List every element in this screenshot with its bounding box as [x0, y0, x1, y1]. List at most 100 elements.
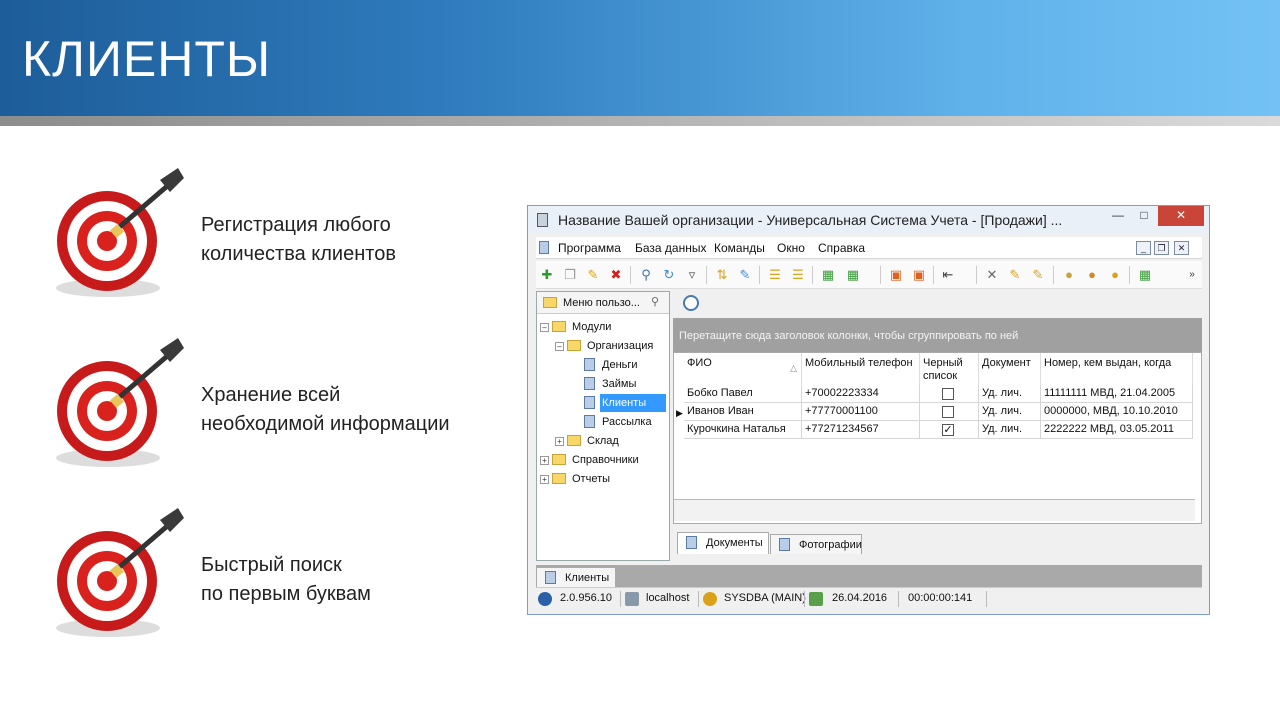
tools-icon[interactable]: ✎ — [1007, 267, 1023, 283]
tree-node-money[interactable]: Деньги — [537, 356, 667, 374]
close-window-icon[interactable]: ▣ — [911, 267, 927, 283]
table-cell[interactable]: Уд. лич. — [979, 421, 1041, 439]
column-header-name[interactable]: ФИО △ — [684, 353, 802, 385]
close-icon[interactable]: ✕ — [1158, 206, 1204, 226]
menu-bar: Программа База данных Команды Окно Справ… — [536, 237, 1202, 259]
tree-node-clients[interactable]: Клиенты — [537, 394, 667, 412]
calendar-icon — [809, 592, 823, 606]
exit-icon[interactable]: ⇤ — [940, 267, 956, 283]
users-icon[interactable]: ● — [1084, 267, 1100, 283]
table-cell[interactable] — [920, 403, 979, 421]
menu-commands[interactable]: Команды — [714, 241, 765, 255]
table-cell[interactable]: +77770001100 — [802, 403, 920, 421]
tree-node-mailing[interactable]: Рассылка — [537, 413, 667, 431]
minimize-icon[interactable]: — — [1105, 206, 1131, 226]
table-icon — [779, 538, 790, 551]
add-icon[interactable]: ✚ — [539, 267, 555, 283]
delete-icon[interactable]: ✖ — [608, 267, 624, 283]
edit-icon[interactable]: ✎ — [585, 267, 601, 283]
key-icon[interactable]: ● — [1107, 267, 1123, 283]
user-menu-title: Меню пользо... — [563, 297, 640, 309]
refresh-icon[interactable]: ↻ — [661, 267, 677, 283]
toolbar-overflow-icon[interactable]: » — [1184, 267, 1200, 283]
menu-help[interactable]: Справка — [818, 241, 865, 255]
table-cell[interactable]: 0000000, МВД, 10.10.2010 — [1041, 403, 1193, 421]
table-cell[interactable]: ✓ — [920, 421, 979, 439]
table-cell[interactable]: 2222222 МВД, 03.05.2011 — [1041, 421, 1193, 439]
copy-icon[interactable]: ❐ — [562, 267, 578, 283]
group-panel[interactable]: Перетащите сюда заголовок колонки, чтобы… — [673, 318, 1202, 352]
grid-toolbar — [673, 291, 1202, 315]
table-icon — [686, 536, 697, 549]
table-cell[interactable]: +77271234567 — [802, 421, 920, 439]
info-icon — [538, 592, 552, 606]
mdi-close-icon[interactable]: ✕ — [1174, 241, 1189, 255]
mdi-restore-icon[interactable]: ❐ — [1154, 241, 1169, 255]
expand-icon[interactable]: + — [540, 456, 549, 465]
clock-icon[interactable] — [683, 295, 699, 311]
document-icon — [539, 241, 549, 254]
collapse-icon[interactable]: – — [540, 323, 549, 332]
menu-window[interactable]: Окно — [777, 241, 805, 255]
feature-3-line-1: Быстрый поиск — [201, 554, 342, 576]
tree-node-warehouse[interactable]: + Склад — [537, 432, 667, 450]
column-header-document[interactable]: Документ — [979, 353, 1041, 385]
table-icon — [545, 571, 556, 584]
tree-node-modules[interactable]: – Модули — [537, 318, 667, 336]
expand-icon[interactable]: + — [540, 475, 549, 484]
expand-icon[interactable]: + — [555, 437, 564, 446]
notes-icon[interactable]: ✎ — [1030, 267, 1046, 283]
current-row-indicator-icon: ▶ — [676, 408, 683, 418]
menu-program[interactable]: Программа — [558, 241, 621, 255]
mdi-minimize-icon[interactable]: _ — [1136, 241, 1151, 255]
tree-collapse-icon[interactable]: ☰ — [790, 267, 806, 283]
banner-strip — [0, 116, 1280, 126]
blacklist-checkbox[interactable] — [942, 406, 954, 418]
sort-icon[interactable]: ⇅ — [714, 267, 730, 283]
new-window-icon[interactable]: ▣ — [888, 267, 904, 283]
table-cell[interactable]: 11111111 МВД, 21.04.2005 — [1041, 385, 1193, 403]
feature-2-line-1: Хранение всей — [201, 384, 341, 406]
tab-photos[interactable]: Фотографии — [770, 534, 862, 554]
menu-database[interactable]: База данных — [635, 241, 706, 255]
target-icon — [56, 338, 184, 467]
table-cell[interactable]: Бобко Павел — [684, 385, 802, 403]
table-cell[interactable]: Иванов Иван — [684, 403, 802, 421]
settings-icon[interactable]: ✕ — [984, 267, 1000, 283]
tree-node-reports[interactable]: + Отчеты — [537, 470, 667, 488]
detail-tabs: Документы Фотографии — [673, 526, 1202, 554]
column-header-blacklist[interactable]: Черный список — [920, 353, 979, 385]
filter-icon[interactable]: ▿ — [684, 267, 700, 283]
column-header-phone[interactable]: Мобильный телефон — [802, 353, 920, 385]
feature-3: Быстрый поиск по первым буквам — [50, 506, 500, 646]
status-version: 2.0.956.10 — [560, 592, 612, 604]
table-icon — [584, 358, 595, 371]
tab-documents[interactable]: Документы — [677, 532, 769, 554]
column-header-number[interactable]: Номер, кем выдан, когда — [1041, 353, 1193, 385]
export-menu-icon[interactable]: ▦ — [845, 267, 861, 283]
search-icon[interactable]: ⚲ — [638, 267, 654, 283]
table-cell[interactable]: +70002223334 — [802, 385, 920, 403]
lock-icon[interactable]: ● — [1061, 267, 1077, 283]
comment-icon[interactable]: ✎ — [737, 267, 753, 283]
maximize-icon[interactable]: □ — [1131, 206, 1157, 226]
tree-node-organization[interactable]: – Организация — [537, 337, 667, 355]
window-title: Название Вашей организации - Универсальн… — [558, 212, 1063, 228]
collapse-icon[interactable]: – — [555, 342, 564, 351]
tree-node-references[interactable]: + Справочники — [537, 451, 667, 469]
blacklist-checkbox[interactable] — [942, 388, 954, 400]
table-cell[interactable] — [920, 385, 979, 403]
table-cell[interactable]: Курочкина Наталья — [684, 421, 802, 439]
table-cell[interactable]: Уд. лич. — [979, 385, 1041, 403]
feature-1-line-2: количества клиентов — [201, 243, 396, 265]
blacklist-checkbox-checked[interactable]: ✓ — [942, 424, 954, 436]
pin-icon[interactable]: ⚲ — [651, 295, 659, 308]
table-cell[interactable]: Уд. лич. — [979, 403, 1041, 421]
calendar-icon[interactable]: ▦ — [1137, 267, 1153, 283]
window-titlebar[interactable]: Название Вашей организации - Универсальн… — [528, 206, 1209, 234]
module-tree: – Модули – Организация Деньги Займы Клие… — [537, 316, 669, 560]
tab-clients[interactable]: Клиенты — [536, 567, 616, 587]
export-excel-icon[interactable]: ▦ — [820, 267, 836, 283]
tree-expand-icon[interactable]: ☰ — [767, 267, 783, 283]
tree-node-loans[interactable]: Займы — [537, 375, 667, 393]
